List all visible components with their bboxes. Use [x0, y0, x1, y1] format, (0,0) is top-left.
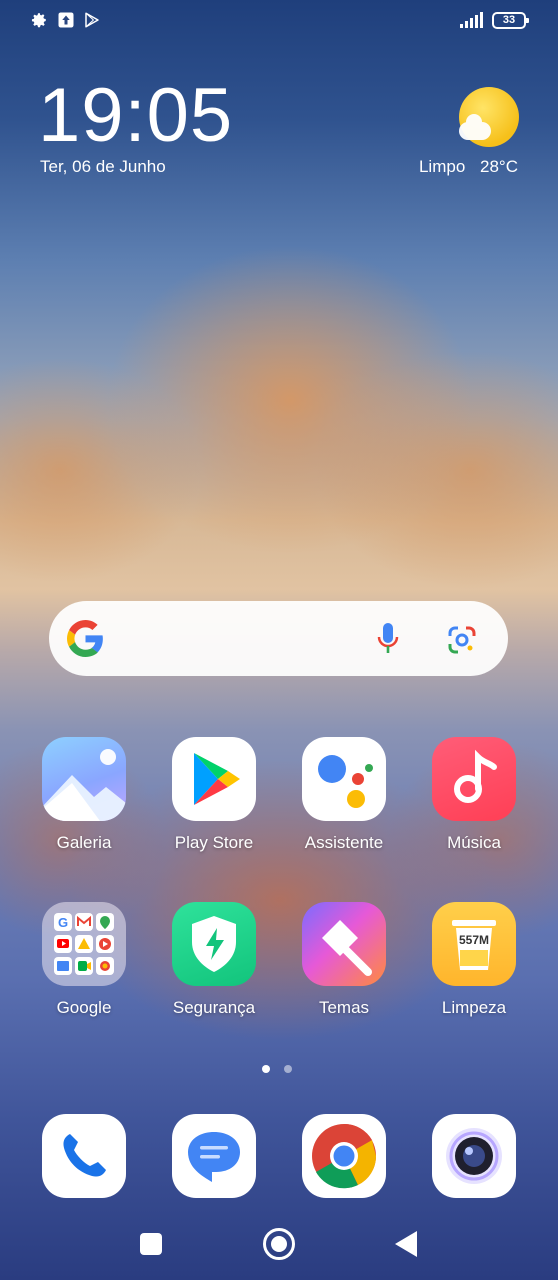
dock-messages[interactable] [164, 1114, 264, 1198]
music-icon [432, 737, 516, 821]
security-shield-icon [172, 902, 256, 986]
app-folder-google[interactable]: G Google [34, 902, 134, 1018]
app-limpeza[interactable]: 557M Limpeza [424, 902, 524, 1018]
app-assistente[interactable]: Assistente [294, 737, 394, 853]
page-dot-active [262, 1065, 270, 1073]
app-temas[interactable]: Temas [294, 902, 394, 1018]
clock-date[interactable]: Ter, 06 de Junho [40, 157, 166, 177]
app-label: Google [56, 998, 112, 1017]
app-seguranca[interactable]: Segurança [164, 902, 264, 1018]
chrome-icon [302, 1114, 386, 1198]
signal-icon [460, 12, 483, 28]
app-musica[interactable]: Música [424, 737, 524, 853]
play-store-icon [172, 737, 256, 821]
clock-time[interactable]: 19:05 [38, 74, 233, 158]
recent-apps-button[interactable] [140, 1233, 162, 1255]
dock-chrome[interactable] [294, 1114, 394, 1198]
svg-text:G: G [58, 915, 68, 930]
page-indicator [262, 1065, 302, 1075]
camera-icon [432, 1114, 516, 1198]
weather-temperature: 28°C [480, 157, 518, 176]
google-logo-icon [67, 620, 103, 657]
status-bar: 33 [0, 0, 558, 40]
weather-widget[interactable]: Limpo 28°C [409, 157, 518, 177]
page-dot [284, 1065, 292, 1073]
app-label: Galeria [56, 833, 112, 852]
app-label: Música [447, 833, 501, 852]
home-button[interactable] [263, 1228, 295, 1260]
app-label: Limpeza [441, 998, 507, 1017]
back-button[interactable] [395, 1231, 417, 1257]
google-lens-icon[interactable] [446, 624, 478, 656]
app-label: Play Store [174, 833, 254, 852]
app-galeria[interactable]: Galeria [34, 737, 134, 853]
google-search-bar[interactable] [49, 601, 508, 676]
assistant-icon [302, 737, 386, 821]
app-play-store[interactable]: Play Store [164, 737, 264, 853]
app-label: Segurança [172, 998, 256, 1017]
app-label: Assistente [304, 833, 384, 852]
upload-icon [58, 12, 74, 28]
gear-icon [31, 13, 46, 28]
cloud-icon [459, 114, 491, 140]
google-folder-icon: G [42, 902, 126, 986]
cleaner-icon: 557M [432, 902, 516, 986]
messages-icon [172, 1114, 256, 1198]
themes-brush-icon [302, 902, 386, 986]
battery-indicator: 33 [492, 12, 529, 29]
app-label: Temas [318, 998, 370, 1017]
dock-camera[interactable] [424, 1114, 524, 1198]
dock-phone[interactable] [34, 1114, 134, 1198]
play-store-icon [85, 12, 99, 28]
cleaner-badge: 557M [459, 933, 489, 947]
gallery-icon [42, 737, 126, 821]
microphone-icon[interactable] [375, 621, 401, 657]
weather-condition: Limpo [418, 157, 466, 176]
phone-icon [42, 1114, 126, 1198]
